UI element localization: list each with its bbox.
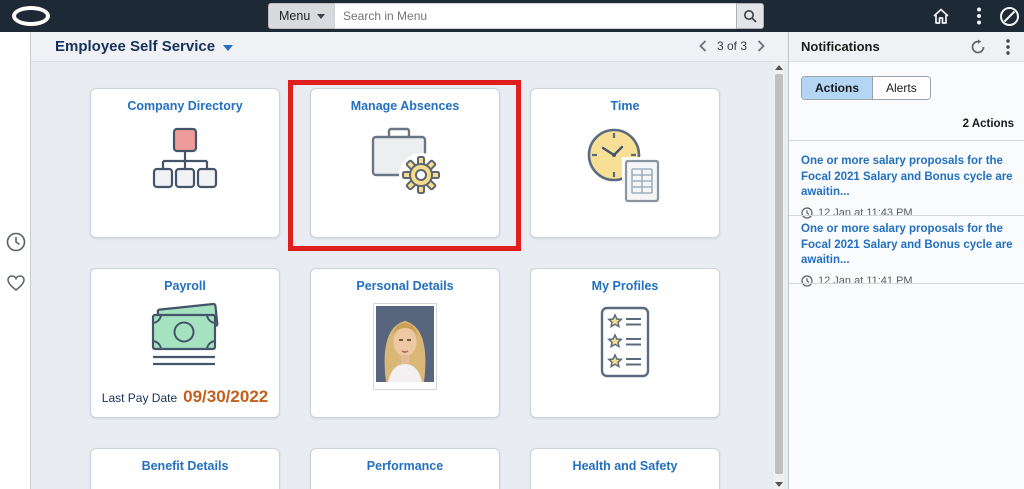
tile-manage-absences[interactable]: Manage Absences xyxy=(310,88,500,238)
notification-link[interactable]: One or more salary proposals for the Foc… xyxy=(801,222,1013,269)
tile-company-directory[interactable]: Company Directory xyxy=(90,88,280,238)
refresh-icon xyxy=(971,39,985,54)
notification-timestamp: 12 Jan at 11:41 PM xyxy=(818,274,913,287)
tile-personal-details[interactable]: Personal Details xyxy=(310,268,500,418)
chevron-down-icon xyxy=(223,44,234,51)
actions-list-button[interactable] xyxy=(968,5,990,27)
clock-icon xyxy=(801,206,813,219)
oracle-logo-icon[interactable] xyxy=(12,6,50,26)
homepage-content: Company Directory Manage Absences Time P… xyxy=(31,62,787,489)
last-pay-date: Last Pay Date 09/30/2022 xyxy=(91,387,279,407)
briefcase-gear-icon xyxy=(311,123,499,207)
last-pay-date-value: 09/30/2022 xyxy=(183,387,269,406)
notification-item[interactable]: One or more salary proposals for the Foc… xyxy=(801,154,1013,219)
starred-list-icon xyxy=(531,303,719,383)
kebab-menu-icon xyxy=(977,7,981,25)
left-rail xyxy=(0,32,31,489)
actions-count: 2 Actions xyxy=(962,118,1014,130)
last-pay-date-label: Last Pay Date xyxy=(101,391,178,405)
scroll-down-button[interactable] xyxy=(774,479,784,489)
top-bar: Menu xyxy=(0,0,1024,32)
tab-actions[interactable]: Actions xyxy=(802,77,874,99)
notifications-panel: Notifications Actions Alerts 2 Actions O… xyxy=(788,32,1024,489)
refresh-button[interactable] xyxy=(968,37,988,57)
tile-title: Benefit Details xyxy=(141,459,229,473)
org-chart-icon xyxy=(91,123,279,203)
divider xyxy=(789,140,1024,141)
tile-title: Company Directory xyxy=(127,99,243,113)
tab-alerts[interactable]: Alerts xyxy=(873,77,930,99)
tile-title: Payroll xyxy=(164,279,206,293)
tile-title: My Profiles xyxy=(591,279,659,293)
kebab-menu-icon xyxy=(1006,39,1010,55)
notification-timestamp: 12 Jan at 11:43 PM xyxy=(818,206,913,219)
notifications-tabs: Actions Alerts xyxy=(801,76,931,100)
favorites-button[interactable] xyxy=(5,272,27,294)
tile-title: Manage Absences xyxy=(350,99,460,113)
page-title: Employee Self Service xyxy=(55,38,216,55)
homepage-selector[interactable]: Employee Self Service xyxy=(55,38,234,55)
page-header: Employee Self Service 3 of 3 xyxy=(31,32,787,62)
menu-button-label: Menu xyxy=(279,9,311,23)
employee-photo xyxy=(311,303,499,390)
notifications-title: Notifications xyxy=(801,39,880,54)
tile-time[interactable]: Time xyxy=(530,88,720,238)
triangle-up-icon xyxy=(775,64,783,70)
home-button[interactable] xyxy=(930,5,952,27)
tile-title: Time xyxy=(610,99,640,113)
content-scrollbar[interactable] xyxy=(774,62,784,489)
tile-title: Personal Details xyxy=(356,279,454,293)
navbar-button[interactable] xyxy=(998,5,1020,27)
previous-page-button[interactable] xyxy=(699,40,707,52)
menu-button[interactable]: Menu xyxy=(268,3,337,29)
notification-timestamp-row: 12 Jan at 11:41 PM xyxy=(801,275,1013,287)
page-indicator: 3 of 3 xyxy=(716,39,747,53)
home-icon xyxy=(933,8,949,24)
tile-benefit-details[interactable]: Benefit Details xyxy=(90,448,280,489)
scroll-up-button[interactable] xyxy=(774,62,784,72)
recent-places-button[interactable] xyxy=(5,231,27,253)
search-icon xyxy=(744,10,757,23)
tile-title: Health and Safety xyxy=(572,459,678,473)
tile-health-and-safety[interactable]: Health and Safety xyxy=(530,448,720,489)
chevron-left-icon xyxy=(699,40,707,52)
clock-icon xyxy=(801,274,813,287)
search-button[interactable] xyxy=(736,3,764,29)
search-bar xyxy=(334,3,764,29)
panel-actions-button[interactable] xyxy=(998,37,1018,57)
chevron-right-icon xyxy=(757,40,765,52)
divider xyxy=(789,215,1024,216)
notification-timestamp-row: 12 Jan at 11:43 PM xyxy=(801,207,1013,219)
tile-payroll[interactable]: Payroll Last Pay Date 09/30/2022 xyxy=(90,268,280,418)
tile-performance[interactable]: Performance xyxy=(310,448,500,489)
divider xyxy=(789,283,1024,284)
peoplesoft-homepage: Menu Search in Menu Employee Self Servic… xyxy=(0,0,1024,489)
tile-my-profiles[interactable]: My Profiles xyxy=(530,268,720,418)
search-input[interactable] xyxy=(334,3,736,29)
clock-icon xyxy=(6,232,26,252)
next-page-button[interactable] xyxy=(757,40,765,52)
clock-timesheet-icon xyxy=(531,123,719,209)
navbar-compass-icon xyxy=(999,6,1019,26)
notification-item[interactable]: One or more salary proposals for the Foc… xyxy=(801,222,1013,287)
notification-link[interactable]: One or more salary proposals for the Foc… xyxy=(801,154,1013,201)
money-icon xyxy=(91,299,279,371)
triangle-down-icon xyxy=(775,481,783,487)
scrollbar-thumb[interactable] xyxy=(775,74,783,474)
notifications-header: Notifications xyxy=(789,32,1024,62)
chevron-down-icon xyxy=(317,13,326,19)
tile-title: Performance xyxy=(366,459,444,473)
heart-icon xyxy=(7,275,25,291)
homepage-pager: 3 of 3 xyxy=(699,39,765,53)
